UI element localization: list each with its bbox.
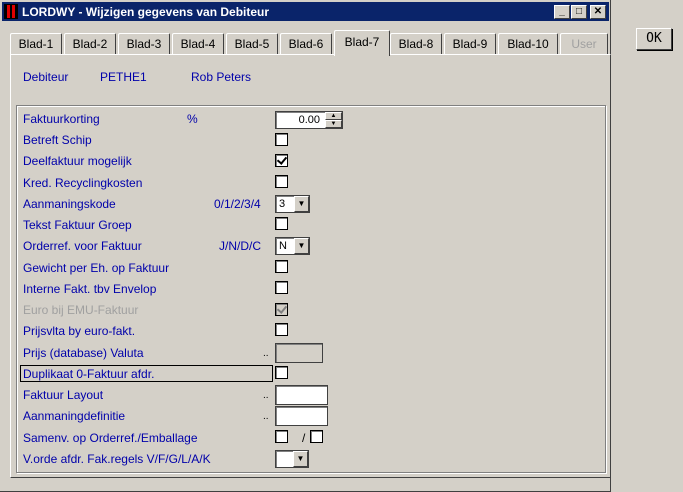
kred-recycling-label: Kred. Recyclingkosten (23, 176, 143, 190)
aanmaningdefinitie-dots: .. (263, 411, 269, 422)
tab-blad-2[interactable]: Blad-2 (64, 33, 116, 55)
tab-blad-4[interactable]: Blad-4 (172, 33, 224, 55)
samenv-orderref-checkbox[interactable] (275, 430, 288, 443)
orderref-select[interactable]: N ▼ (275, 237, 310, 255)
aanmaningskode-value: 3 (279, 198, 286, 210)
faktuurkorting-value[interactable]: 0.00 (299, 114, 320, 126)
euro-emu-checkbox (275, 303, 288, 316)
duplikaat-checkbox[interactable] (275, 366, 288, 379)
prijsvlta-checkbox[interactable] (275, 323, 288, 336)
aanmaningdefinitie-input[interactable] (275, 406, 328, 426)
maximize-button[interactable]: □ (571, 5, 587, 19)
tab-bar: Blad-1 Blad-2 Blad-3 Blad-4 Blad-5 Blad-… (10, 30, 610, 56)
betreft-schip-label: Betreft Schip (23, 133, 92, 147)
prijsvlta-label: Prijsvlta by euro-fakt. (23, 324, 136, 338)
deelfaktuur-checkbox[interactable] (275, 154, 288, 167)
title-bar[interactable]: LORDWY - Wijzigen gegevens van Debiteur … (2, 2, 609, 21)
faktuur-layout-label: Faktuur Layout (23, 388, 104, 402)
spin-up-icon[interactable]: ▲ (325, 112, 342, 120)
spin-down-icon[interactable]: ▼ (325, 120, 342, 128)
debiteur-code: PETHE1 (100, 70, 147, 84)
samenv-separator: / (302, 431, 306, 445)
tab-blad-6[interactable]: Blad-6 (280, 33, 332, 55)
tab-blad-9[interactable]: Blad-9 (444, 33, 496, 55)
close-button[interactable]: ✕ (590, 5, 606, 19)
orderref-hint: J/N/D/C (219, 239, 261, 253)
chevron-down-icon[interactable]: ▼ (293, 451, 308, 467)
app-icon (4, 4, 18, 19)
euro-emu-label: Euro bij EMU-Faktuur (23, 303, 139, 317)
tab-blad-8[interactable]: Blad-8 (390, 33, 442, 55)
tab-blad-10[interactable]: Blad-10 (498, 33, 558, 55)
chevron-down-icon[interactable]: ▼ (294, 196, 309, 212)
aanmaningdefinitie-label: Aanmaningdefinitie (23, 409, 126, 423)
orderref-value: N (279, 240, 287, 252)
main-window: LORDWY - Wijzigen gegevens van Debiteur … (0, 0, 611, 492)
spin-buttons[interactable]: ▲ ▼ (325, 112, 342, 128)
tekst-faktuur-groep-label: Tekst Faktuur Groep (23, 218, 132, 232)
prijs-valuta-label: Prijs (database) Valuta (23, 346, 144, 360)
deelfaktuur-label: Deelfaktuur mogelijk (23, 154, 132, 168)
betreft-schip-checkbox[interactable] (275, 133, 288, 146)
interne-fakt-label: Interne Fakt. tbv Envelop (23, 282, 157, 296)
samenv-emballage-checkbox[interactable] (310, 430, 323, 443)
vorde-label: V.orde afdr. Fak.regels V/F/G/L/A/K (23, 452, 211, 466)
debiteur-label: Debiteur (23, 70, 69, 84)
tab-blad-1[interactable]: Blad-1 (10, 33, 62, 55)
tekst-faktuur-groep-checkbox[interactable] (275, 217, 288, 230)
gewicht-label: Gewicht per Eh. op Faktuur (23, 261, 170, 275)
tab-user: User (560, 33, 608, 55)
orderref-label: Orderref. voor Faktuur (23, 239, 142, 253)
tab-blad-7[interactable]: Blad-7 (334, 30, 390, 56)
window-title: LORDWY - Wijzigen gegevens van Debiteur (22, 5, 270, 19)
chevron-down-icon[interactable]: ▼ (294, 238, 309, 254)
percent-label: % (187, 112, 198, 126)
duplikaat-label: Duplikaat 0-Faktuur afdr. (23, 367, 155, 381)
gewicht-checkbox[interactable] (275, 260, 288, 273)
kred-recycling-checkbox[interactable] (275, 175, 288, 188)
faktuurkorting-spinner[interactable]: 0.00 ▲ ▼ (275, 111, 343, 129)
ok-button[interactable]: OK (636, 28, 672, 50)
interne-fakt-checkbox[interactable] (275, 281, 288, 294)
faktuur-layout-dots: .. (263, 390, 269, 401)
tab-blad-3[interactable]: Blad-3 (118, 33, 170, 55)
prijs-valuta-dots: .. (263, 348, 269, 359)
aanmaningskode-label: Aanmaningskode (23, 197, 116, 211)
samenv-label: Samenv. op Orderref./Emballage (23, 431, 198, 445)
aanmaningskode-select[interactable]: 3 ▼ (275, 195, 310, 213)
tab-blad-5[interactable]: Blad-5 (226, 33, 278, 55)
faktuurkorting-label: Faktuurkorting (23, 112, 100, 126)
vorde-select[interactable]: ▼ (275, 450, 309, 468)
debiteur-name: Rob Peters (191, 70, 252, 84)
aanmaningskode-hint: 0/1/2/3/4 (214, 197, 261, 211)
prijs-valuta-input (275, 343, 323, 363)
faktuur-layout-input[interactable] (275, 385, 328, 405)
minimize-button[interactable]: _ (554, 5, 570, 19)
